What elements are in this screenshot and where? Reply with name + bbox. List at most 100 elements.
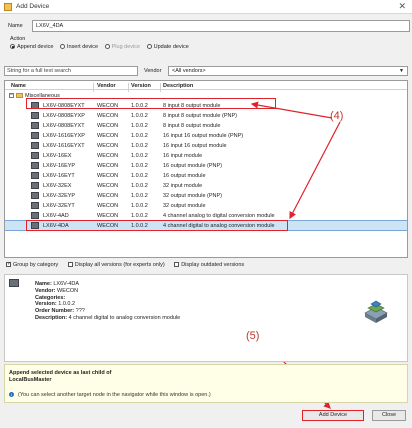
- device-module-icon: [31, 162, 39, 169]
- device-vendor: WECON: [97, 153, 119, 159]
- append-target-panel: Append selected device as last child of …: [4, 364, 408, 403]
- close-icon[interactable]: ✕: [398, 1, 406, 12]
- device-row[interactable]: LX6V-1616EYXP WECON 1.0.0.2 16 input 16 out…: [5, 131, 407, 140]
- device-name: LX6V-16EYT: [43, 173, 75, 179]
- device-version: 1.0.0.2: [131, 203, 148, 209]
- device-vendor: WECON: [97, 163, 119, 169]
- radio-dot: [59, 44, 65, 50]
- checkbox-label: Display outdated versions: [181, 262, 245, 268]
- column-header-vendor[interactable]: Vendor: [97, 83, 116, 89]
- device-module-icon: [31, 202, 39, 209]
- device-description: 16 input 16 output module: [163, 143, 227, 149]
- device-vendor: WECON: [97, 173, 119, 179]
- navigator-hint: i (You can select another target node in …: [9, 392, 211, 398]
- device-description: 16 output module (PNP): [163, 163, 223, 169]
- detail-vendor-label: Vendor:: [35, 287, 56, 294]
- detail-order-number: ???: [75, 308, 85, 315]
- device-module-icon: [31, 172, 39, 179]
- device-vendor: WECON: [97, 123, 119, 129]
- device-module-icon: [31, 142, 39, 149]
- checkbox-label: Group by category: [13, 262, 59, 268]
- device-version: 1.0.0.2: [131, 193, 148, 199]
- device-version: 1.0.0.2: [131, 113, 148, 119]
- column-header-version[interactable]: Version: [131, 83, 151, 89]
- device-row[interactable]: LX6V-16EYT WECON 1.0.0.2 16 output module: [5, 171, 407, 180]
- device-row[interactable]: LX6V-1616EYXT WECON 1.0.0.2 16 input 16 out…: [5, 141, 407, 150]
- add-device-button[interactable]: Add Device: [302, 410, 364, 421]
- device-module-icon: [31, 132, 39, 139]
- device-vendor: WECON: [97, 193, 119, 199]
- device-name: LX6V-0808EYXT: [43, 123, 85, 129]
- device-row[interactable]: LX6V-4AD WECON 1.0.0.2 4 channel analog to …: [5, 211, 407, 220]
- detail-version: 1.0.0.2: [58, 301, 76, 308]
- device-description: 32 output module: [163, 203, 206, 209]
- chevron-down-icon: ▼: [399, 68, 404, 74]
- device-module-icon: [31, 152, 39, 159]
- device-description: 32 output module (PNP): [163, 193, 223, 199]
- device-module-icon: [31, 212, 39, 219]
- device-vendor: WECON: [97, 143, 119, 149]
- highlight-box-first-module: [26, 98, 276, 109]
- checkbox-box: [6, 261, 11, 268]
- tree-header: Name Vendor Version Description: [5, 81, 407, 92]
- device-vendor: WECON: [97, 113, 119, 119]
- device-name: LX6V-4AD: [43, 213, 69, 219]
- device-version: 1.0.0.2: [131, 173, 148, 179]
- radio-update-device[interactable]: Update device: [146, 44, 189, 50]
- device-vendor: WECON: [97, 133, 119, 139]
- device-row[interactable]: LX6V-32EYT WECON 1.0.0.2 32 output module: [5, 201, 407, 210]
- device-row[interactable]: LX6V-0808EYXP WECON 1.0.0.2 8 input 8 outpu…: [5, 111, 407, 120]
- name-label: Name: [8, 23, 23, 29]
- device-vendor: WECON: [97, 203, 119, 209]
- device-description: 8 input 8 output module: [163, 123, 221, 129]
- full-text-search-input[interactable]: String for a full text search: [4, 66, 138, 76]
- device-version: 1.0.0.2: [131, 123, 148, 129]
- append-target-text: Append selected device as last child of: [9, 370, 112, 376]
- device-row[interactable]: LX6V-32EYP WECON 1.0.0.2 32 output module (…: [5, 191, 407, 200]
- checkbox-box: [67, 262, 73, 268]
- detail-version-label: Version:: [35, 301, 57, 308]
- annotation-label-5: (5): [246, 330, 260, 342]
- action-label: Action: [10, 36, 26, 42]
- display-options: Group by category Display all versions (…: [6, 261, 252, 271]
- device-module-icon: [31, 192, 39, 199]
- radio-append-device[interactable]: Append device: [10, 44, 53, 50]
- device-name: LX6V-32EYP: [43, 193, 76, 199]
- device-row[interactable]: LX6V-16EYP WECON 1.0.0.2 16 output module (…: [5, 161, 407, 170]
- device-name: LX6V-16EYP: [43, 163, 76, 169]
- radio-insert-device[interactable]: Insert device: [59, 44, 98, 50]
- vendor-label: Vendor: [144, 68, 162, 74]
- device-version: 1.0.0.2: [131, 133, 148, 139]
- radio-dot: [146, 44, 152, 50]
- device-description: 4 channel analog to digital conversion m…: [163, 213, 275, 219]
- device-name: LX6V-16EX: [43, 153, 72, 159]
- device-row[interactable]: LX6V-16EX WECON 1.0.0.2 16 input module: [5, 151, 407, 160]
- radio-label: Append device: [17, 44, 54, 50]
- device-description: 8 input 8 output module (PNP): [163, 113, 237, 119]
- checkbox-display-all-versions[interactable]: Display all versions (for experts only): [67, 262, 165, 268]
- device-version: 1.0.0.2: [131, 163, 148, 169]
- radio-label: Update device: [153, 44, 189, 50]
- device-version: 1.0.0.2: [131, 183, 148, 189]
- device-version: 1.0.0.2: [131, 153, 148, 159]
- detail-description-label: Description:: [35, 314, 68, 321]
- radio-label: Plug device: [111, 44, 141, 50]
- device-vendor: WECON: [97, 183, 119, 189]
- column-header-name[interactable]: Name: [11, 83, 26, 89]
- vendor-select[interactable]: <All vendors> ▼: [168, 66, 408, 76]
- detail-description: 4 channel digital to analog conversion m…: [68, 314, 181, 321]
- device-stack-icon: [364, 300, 388, 323]
- checkbox-group-by-category[interactable]: Group by category: [6, 261, 59, 268]
- navigator-hint-text: (You can select another target node in t…: [18, 392, 211, 398]
- checkbox-box: [174, 262, 180, 268]
- collapse-icon[interactable]: −: [9, 93, 14, 99]
- close-button[interactable]: Close: [372, 410, 406, 421]
- device-row[interactable]: LX6V-0808EYXT WECON 1.0.0.2 8 input 8 outpu…: [5, 121, 407, 130]
- append-target-node: LocalBusMaster: [9, 377, 52, 383]
- name-input[interactable]: LX6V_4DA: [32, 20, 410, 32]
- column-header-description[interactable]: Description: [163, 83, 193, 89]
- detail-categories-label: Categories:: [35, 294, 66, 301]
- checkbox-display-outdated-versions[interactable]: Display outdated versions: [174, 262, 244, 268]
- radio-dot: [10, 44, 15, 50]
- device-row[interactable]: LX6V-32EX WECON 1.0.0.2 32 input module: [5, 181, 407, 190]
